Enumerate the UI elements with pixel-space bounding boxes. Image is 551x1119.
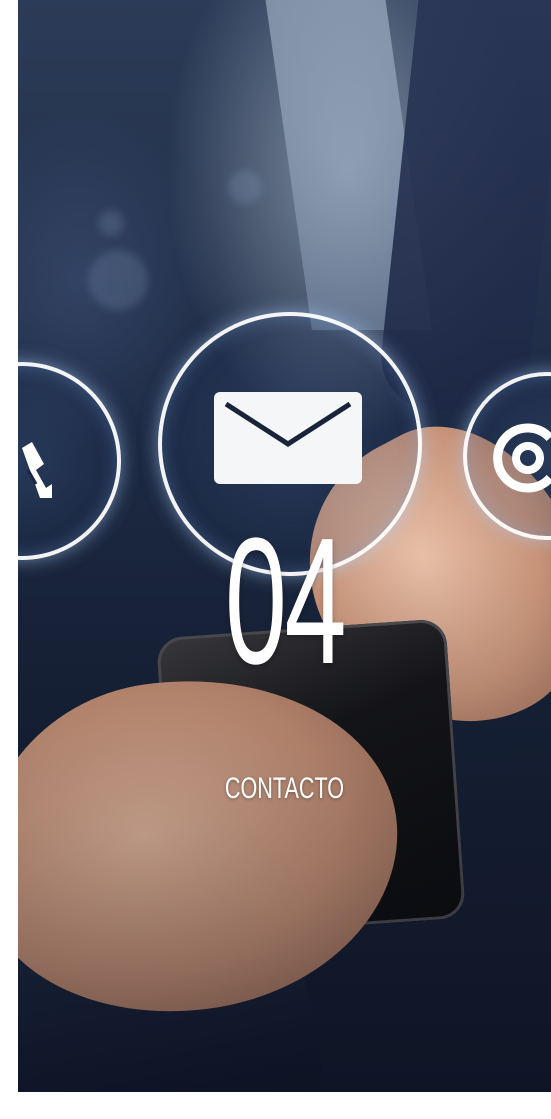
section-title[interactable]: CONTACTO [93,774,477,804]
at-sign-icon [493,423,551,493]
contact-section-card[interactable]: 04 CONTACTO [18,0,551,1092]
mail-icon [214,392,362,484]
phone-icon [22,442,52,498]
section-number: 04 [224,501,347,702]
